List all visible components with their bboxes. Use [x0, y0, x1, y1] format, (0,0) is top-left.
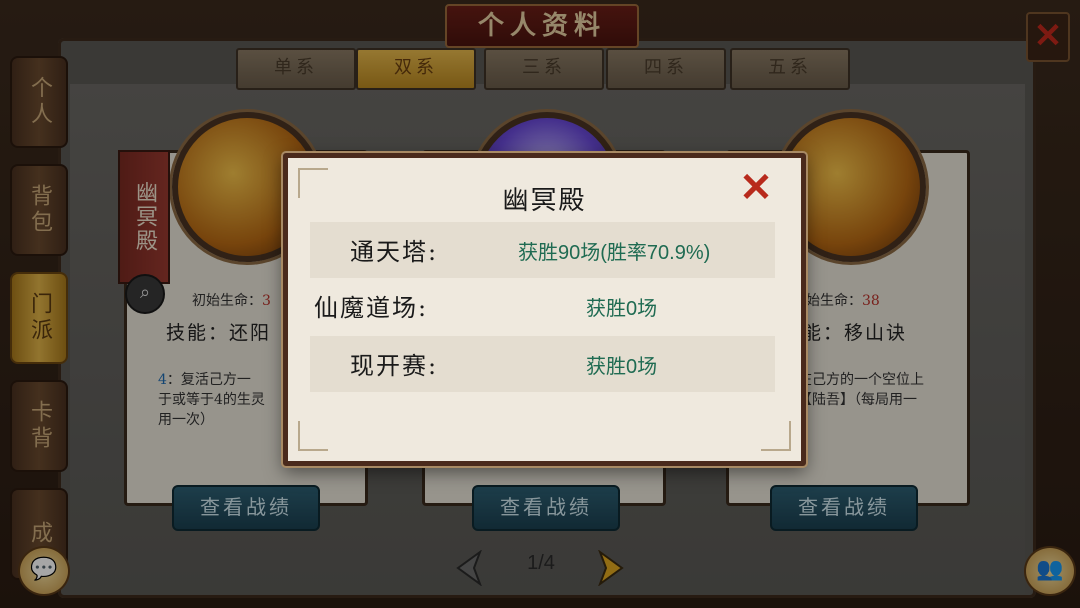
stat-label-arena: 仙魔道场: — [314, 294, 429, 322]
stat-label-open-match: 现开赛: — [350, 352, 439, 380]
corner-ornament — [298, 421, 328, 451]
stat-value-tower: 获胜90场(胜率70.9%) — [518, 242, 711, 264]
popup-close-button[interactable]: ✕ — [736, 168, 776, 208]
close-icon: ✕ — [739, 164, 773, 211]
stat-value-arena: 获胜0场 — [586, 298, 658, 320]
faction-stats-popup: 幽冥殿 ✕ 通天塔: 获胜90场(胜率70.9%) 仙魔道场: 获胜0场 现开赛… — [283, 153, 806, 466]
corner-ornament — [761, 421, 791, 451]
popup-title: 幽冥殿 — [502, 186, 587, 216]
stat-value-open-match: 获胜0场 — [586, 356, 658, 378]
stat-label-tower: 通天塔: — [350, 238, 439, 266]
